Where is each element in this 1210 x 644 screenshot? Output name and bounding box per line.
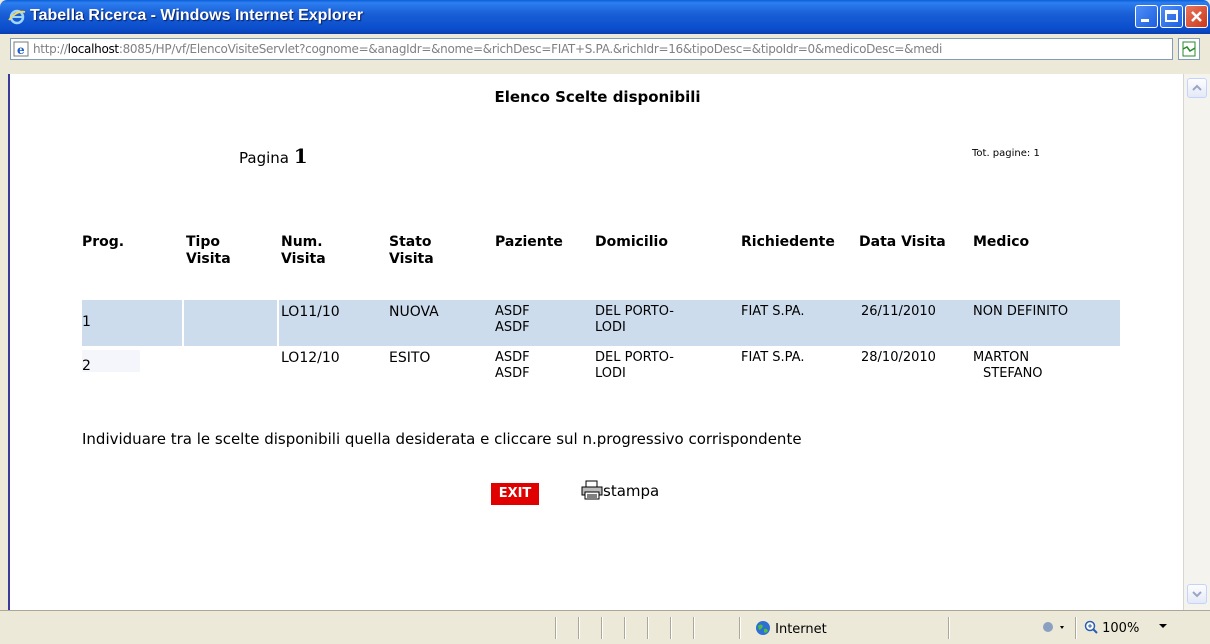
broken-page-icon (1182, 41, 1196, 57)
page-title: Elenco Scelte disponibili (494, 88, 701, 106)
status-divider (601, 617, 603, 639)
prog-link[interactable]: 1 (82, 314, 91, 330)
row-1-num-visita: LO11/10 (281, 304, 340, 320)
chevron-up-icon (1192, 84, 1202, 91)
header-domicilio: Domicilio (595, 234, 668, 250)
exit-button[interactable]: EXIT (491, 483, 539, 505)
zone-label: Internet (775, 622, 827, 637)
scroll-down-button[interactable] (1187, 584, 1207, 604)
status-divider (693, 617, 695, 639)
header-tipo-visita: Tipo Visita (186, 234, 231, 267)
maximize-icon (1165, 10, 1178, 22)
row-1-richiedente: FIAT S.PA. (741, 304, 805, 319)
row-2-paziente: ASDF ASDF (495, 350, 530, 381)
svg-text:e: e (17, 43, 25, 57)
row-2-richiedente: FIAT S.PA. (741, 350, 805, 365)
printer-icon (581, 480, 603, 500)
url-field[interactable]: e http://localhost:8085/HP/vf/ElencoVisi… (10, 38, 1173, 60)
minimize-icon (1141, 19, 1149, 22)
zoom-control[interactable]: 100% (1084, 620, 1171, 636)
minimize-button[interactable] (1135, 5, 1158, 28)
status-bar: Internet 100% (0, 610, 1210, 644)
header-paziente: Paziente (495, 234, 563, 250)
row-1-medico: NON DEFINITO (973, 304, 1069, 319)
window-title: Tabella Ricerca - Windows Internet Explo… (30, 7, 363, 24)
row-1-data-visita: 26/11/2010 (861, 304, 936, 319)
address-bar: e http://localhost:8085/HP/vf/ElencoVisi… (0, 34, 1210, 74)
browser-window: Tabella Ricerca - Windows Internet Explo… (0, 0, 1210, 644)
current-page-indicator: Pagina 1 (239, 144, 308, 168)
header-prog: Prog. (82, 234, 125, 250)
total-pages: Tot. pagine: 1 (972, 148, 1040, 159)
print-label: stampa (603, 482, 660, 500)
header-data-visita: Data Visita (859, 234, 946, 250)
chevron-down-icon (1192, 591, 1202, 598)
cell-divider (182, 300, 184, 346)
status-divider (555, 617, 557, 639)
scroll-up-button[interactable] (1187, 78, 1207, 98)
status-divider (578, 617, 580, 639)
vertical-scrollbar[interactable] (1183, 74, 1210, 610)
print-button[interactable]: stampa (581, 480, 659, 500)
row-2-num-visita: LO12/10 (281, 350, 340, 366)
close-button[interactable] (1185, 5, 1208, 28)
row-1-paziente: ASDF ASDF (495, 304, 530, 335)
prog-link[interactable]: 2 (82, 358, 91, 374)
globe-icon (756, 621, 770, 635)
header-num-visita: Num. Visita (281, 234, 326, 267)
security-zone[interactable]: Internet (755, 620, 827, 637)
status-divider (948, 617, 950, 639)
row-2-stato-visita: ESITO (389, 350, 431, 366)
header-richiedente: Richiedente (741, 234, 835, 250)
row-2-medico: MARTON STEFANO (973, 350, 1043, 381)
row-2-domicilio: DEL PORTO- LODI (595, 350, 674, 381)
status-divider (647, 617, 649, 639)
status-divider (739, 617, 741, 639)
chevron-down-icon (1159, 624, 1168, 628)
maximize-button[interactable] (1160, 5, 1183, 28)
url-text: http://localhost:8085/HP/vf/ElencoVisite… (33, 42, 943, 56)
row-1-stato-visita: NUOVA (389, 304, 439, 320)
row-2-prog[interactable]: 2 (82, 358, 91, 374)
zoom-value: 100% (1102, 621, 1140, 636)
row-1-prog[interactable]: 1 (82, 314, 91, 330)
pagina-label: Pagina (239, 149, 289, 167)
protected-mode-button[interactable] (1040, 619, 1068, 640)
instructions-text: Individuare tra le scelte disponibili qu… (82, 430, 802, 448)
status-divider (624, 617, 626, 639)
page-icon: e (13, 41, 29, 57)
row-1-domicilio: DEL PORTO- LODI (595, 304, 674, 335)
row-2-data-visita: 28/10/2010 (861, 350, 936, 365)
compatibility-button[interactable] (1178, 38, 1200, 60)
header-medico: Medico (973, 234, 1030, 250)
pagina-number: 1 (293, 144, 308, 168)
header-stato-visita: Stato Visita (389, 234, 434, 267)
status-divider (670, 617, 672, 639)
close-icon (1191, 11, 1202, 22)
ie-logo-icon (8, 9, 26, 25)
status-divider (1075, 617, 1077, 639)
zoom-icon (1084, 620, 1098, 634)
cell-divider (277, 300, 279, 346)
title-bar[interactable]: Tabella Ricerca - Windows Internet Explo… (0, 0, 1210, 34)
protected-mode-icon (1043, 622, 1064, 632)
page-content: Elenco Scelte disponibili Pagina 1 Tot. … (8, 74, 1183, 610)
